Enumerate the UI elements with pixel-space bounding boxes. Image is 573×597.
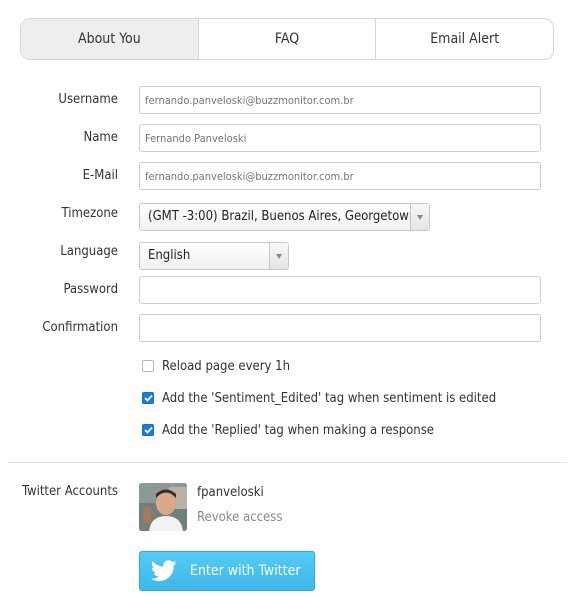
twitter-button-label: Enter with Twitter xyxy=(190,563,301,579)
password-field[interactable] xyxy=(139,276,541,304)
twitter-bird-icon xyxy=(150,559,178,583)
password-row: Password xyxy=(0,276,573,304)
tab-label: Email Alert xyxy=(430,31,500,47)
chevron-down-icon xyxy=(269,243,288,269)
email-row: E-Mail xyxy=(0,162,573,190)
avatar xyxy=(139,483,187,531)
language-select[interactable]: English xyxy=(139,242,289,270)
tab-label: FAQ xyxy=(274,31,300,47)
confirmation-label: Confirmation xyxy=(42,320,118,335)
timezone-label: Timezone xyxy=(61,206,119,221)
revoke-access-link[interactable]: Revoke access xyxy=(197,510,282,525)
section-divider xyxy=(8,462,567,463)
reload-checkbox[interactable] xyxy=(142,360,154,372)
timezone-select[interactable]: (GMT -3:00) Brazil, Buenos Aires, George… xyxy=(139,203,430,231)
timezone-value: (GMT -3:00) Brazil, Buenos Aires, George… xyxy=(148,209,417,224)
name-label: Name xyxy=(83,130,118,145)
twitter-accounts-label: Twitter Accounts xyxy=(22,484,118,499)
confirmation-row: Confirmation xyxy=(0,314,573,342)
replied-label: Add the 'Replied' tag when making a resp… xyxy=(162,422,434,438)
username-row: Username xyxy=(0,86,573,114)
checkmark-icon xyxy=(143,426,153,434)
username-label: Username xyxy=(58,92,118,107)
sentiment-edited-option: Add the 'Sentiment_Edited' tag when sent… xyxy=(142,388,496,408)
reload-label: Reload page every 1h xyxy=(162,358,290,374)
replied-option: Add the 'Replied' tag when making a resp… xyxy=(142,420,434,440)
confirmation-field[interactable] xyxy=(139,314,541,342)
checkmark-icon xyxy=(143,394,153,402)
reload-option: Reload page every 1h xyxy=(142,356,290,376)
twitter-username: fpanveloski xyxy=(197,485,264,500)
name-row: Name xyxy=(0,124,573,152)
language-value: English xyxy=(148,248,191,263)
tab-about-you[interactable]: About You xyxy=(21,19,198,59)
sentiment-edited-checkbox[interactable] xyxy=(142,392,154,404)
password-label: Password xyxy=(63,282,118,297)
language-label: Language xyxy=(60,244,118,259)
chevron-down-icon xyxy=(410,204,429,230)
language-row: Language English xyxy=(0,238,573,270)
tab-email-alert[interactable]: Email Alert xyxy=(375,19,553,59)
timezone-row: Timezone (GMT -3:00) Brazil, Buenos Aire… xyxy=(0,200,573,231)
enter-with-twitter-button[interactable]: Enter with Twitter xyxy=(139,551,315,591)
email-field[interactable] xyxy=(139,162,541,190)
email-label: E-Mail xyxy=(82,168,118,183)
username-field[interactable] xyxy=(139,86,541,114)
replied-checkbox[interactable] xyxy=(142,424,154,436)
tab-label: About You xyxy=(77,31,141,47)
sentiment-edited-label: Add the 'Sentiment_Edited' tag when sent… xyxy=(162,390,497,406)
tab-bar: About You FAQ Email Alert xyxy=(20,18,554,60)
name-field[interactable] xyxy=(139,124,541,152)
tab-faq[interactable]: FAQ xyxy=(197,19,376,59)
